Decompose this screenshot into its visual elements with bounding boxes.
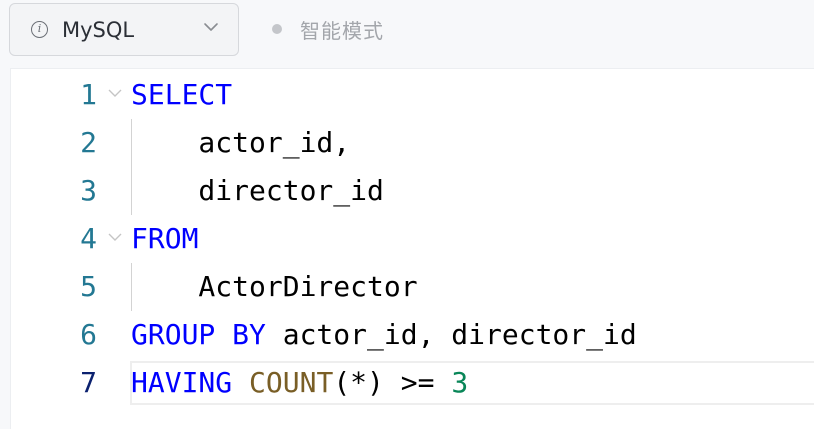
code-token-num: 3 bbox=[451, 366, 469, 399]
code-token-kw: GROUP BY bbox=[131, 318, 266, 351]
code-token-kw: FROM bbox=[131, 222, 199, 255]
code-token-txt: actor_id, director_id bbox=[265, 318, 637, 351]
code-line[interactable]: 3 director_id bbox=[11, 167, 814, 215]
code-text: FROM bbox=[131, 215, 198, 263]
code-token-txt: (*) >= bbox=[333, 366, 452, 399]
code-token-kw: HAVING bbox=[131, 366, 233, 399]
line-number: 5 bbox=[80, 270, 97, 303]
language-select-value: MySQL bbox=[62, 18, 135, 42]
code-text: SELECT bbox=[131, 71, 232, 119]
code-text: director_id bbox=[131, 167, 384, 215]
fold-chevron-icon[interactable] bbox=[107, 231, 123, 243]
line-number: 7 bbox=[80, 366, 97, 399]
smart-mode-label: 智能模式 bbox=[300, 18, 384, 43]
code-editor[interactable]: 1 SELECT 2 actor_id, 3 director_id 4 FROM 5 Ac… bbox=[10, 68, 814, 429]
code-line[interactable]: 6 GROUP BY actor_id, director_id bbox=[11, 311, 814, 359]
code-text: HAVING COUNT(*) >= 3 bbox=[131, 359, 468, 407]
language-select[interactable]: i MySQL bbox=[9, 3, 239, 56]
line-number: 6 bbox=[80, 318, 97, 351]
chevron-down-icon bbox=[204, 23, 218, 31]
line-number: 1 bbox=[80, 78, 97, 111]
code-text: GROUP BY actor_id, director_id bbox=[131, 311, 637, 359]
code-line[interactable]: 5 ActorDirector bbox=[11, 263, 814, 311]
code-line[interactable]: 1 SELECT bbox=[11, 71, 814, 119]
mode-status-dot bbox=[272, 24, 282, 34]
info-circle-icon: i bbox=[31, 21, 48, 38]
fold-chevron-icon[interactable] bbox=[107, 87, 123, 99]
smart-mode-toggle[interactable]: 智能模式 bbox=[262, 14, 384, 44]
code-line[interactable]: 4 FROM bbox=[11, 215, 814, 263]
editor-toolbar: i MySQL 智能模式 bbox=[0, 0, 814, 64]
code-token-txt: director_id bbox=[131, 174, 384, 207]
line-number: 2 bbox=[80, 126, 97, 159]
line-number: 3 bbox=[80, 174, 97, 207]
code-token-txt: ActorDirector bbox=[131, 270, 418, 303]
code-line[interactable]: 2 actor_id, bbox=[11, 119, 814, 167]
line-number: 4 bbox=[80, 222, 97, 255]
code-line[interactable]: 7 HAVING COUNT(*) >= 3 bbox=[11, 359, 814, 407]
code-token-kw: SELECT bbox=[131, 78, 233, 111]
code-text: actor_id, bbox=[131, 119, 350, 167]
code-token-txt: actor_id, bbox=[131, 126, 351, 159]
code-text: ActorDirector bbox=[131, 263, 418, 311]
code-token-fn: COUNT bbox=[249, 366, 334, 399]
